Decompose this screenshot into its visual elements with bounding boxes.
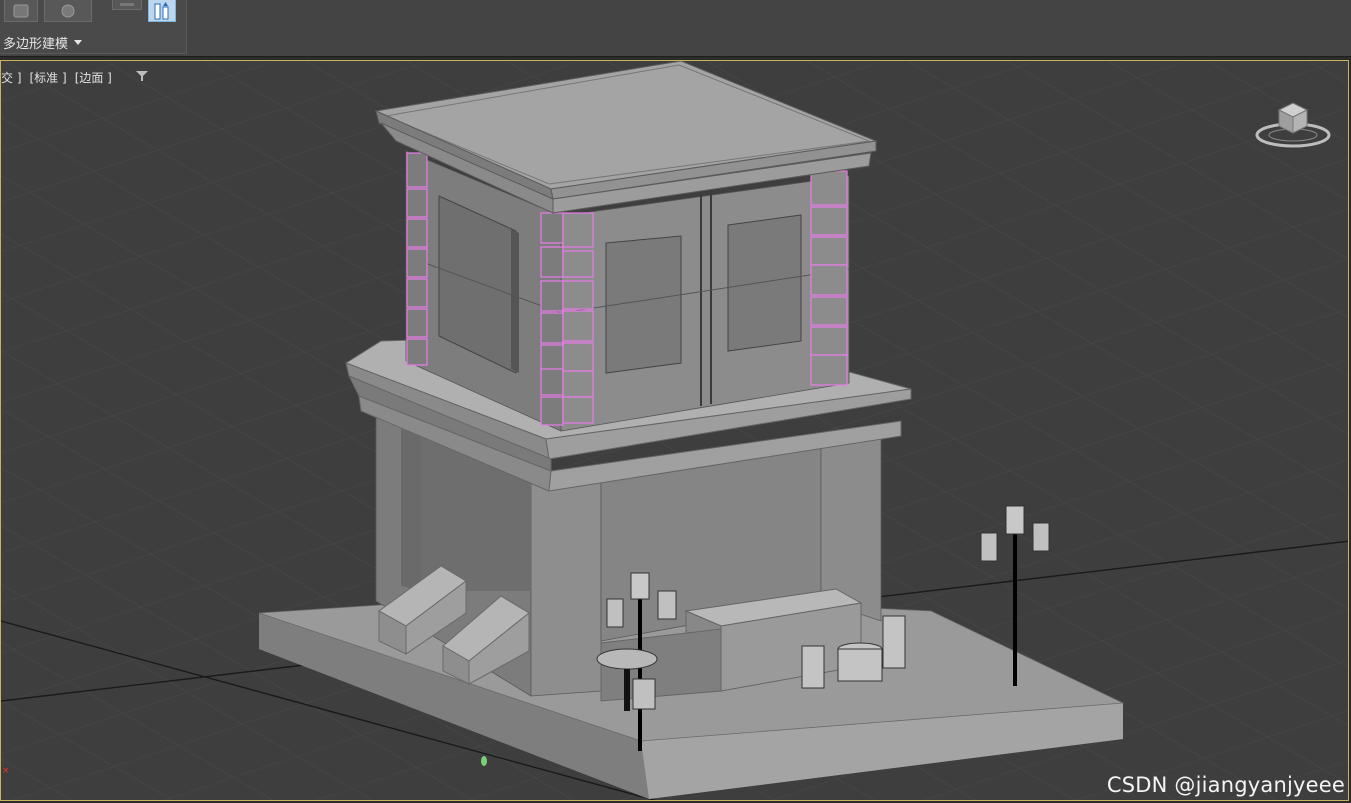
polygon-modeling-panel: 多边形建模 bbox=[0, 0, 187, 54]
graphite-icon bbox=[13, 4, 29, 17]
graphite-tool-button[interactable] bbox=[4, 0, 38, 22]
polygon-modeling-dropdown[interactable]: 多边形建模 bbox=[3, 33, 83, 52]
sphere-icon bbox=[61, 4, 75, 17]
scene-canvas[interactable]: × bbox=[1, 61, 1349, 801]
viewport-projection-label[interactable]: 交 ] bbox=[1, 69, 22, 86]
chevron-down-icon bbox=[74, 40, 83, 45]
watermark-text: CSDN @jiangyanjyeee bbox=[1106, 773, 1345, 797]
perspective-viewport[interactable]: × 交 ] [标准 ] [边面 ] bbox=[0, 60, 1349, 801]
ribbon-toolbar: 多边形建模 bbox=[0, 0, 1351, 57]
axis-tripod-x: × bbox=[2, 766, 10, 776]
sphere-tool-button[interactable] bbox=[44, 0, 92, 22]
swift-loop-button[interactable] bbox=[148, 0, 176, 22]
polygon-modeling-label: 多边形建模 bbox=[3, 37, 69, 52]
pivot-marker bbox=[481, 756, 487, 766]
swift-loop-icon bbox=[154, 1, 169, 19]
viewport-label-menu[interactable]: 交 ] [标准 ] [边面 ] bbox=[1, 69, 112, 86]
viewcube-icon[interactable] bbox=[1254, 96, 1332, 151]
filter-icon[interactable] bbox=[135, 70, 149, 82]
viewport-edges-label[interactable]: [边面 ] bbox=[75, 69, 112, 86]
viewport-shading-label[interactable]: [标准 ] bbox=[30, 69, 67, 86]
flat-tool-icon bbox=[120, 2, 134, 6]
flat-tool-button[interactable] bbox=[112, 0, 142, 10]
